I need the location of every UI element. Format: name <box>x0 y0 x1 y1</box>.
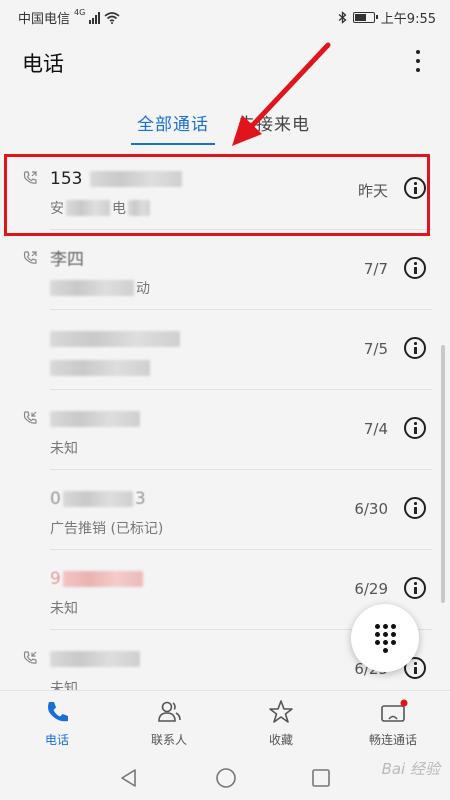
status-bar: 中国电信 4G 上午9:55 <box>0 0 450 32</box>
contacts-icon <box>158 701 181 722</box>
call-date: 7/5 <box>363 340 388 358</box>
nav-contacts[interactable]: 联系人 <box>124 699 214 753</box>
tab-all-calls[interactable]: 全部通话 <box>131 110 215 145</box>
redacted-text <box>50 651 140 667</box>
video-call-icon <box>381 699 408 722</box>
outgoing-call-icon <box>23 251 37 264</box>
nav-video-call[interactable]: 畅连通话 <box>348 699 438 753</box>
tab-all-calls-label: 全部通话 <box>137 115 209 135</box>
dialpad-button[interactable] <box>351 604 419 672</box>
nav-phone-label: 电话 <box>44 733 69 747</box>
nav-phone[interactable]: 电话 <box>12 699 102 753</box>
clock: 上午9:55 <box>380 12 436 27</box>
call-detail-text: 未知 <box>50 681 78 690</box>
call-info-icon[interactable] <box>404 577 426 599</box>
call-log-row[interactable]: 未知 7/4 <box>0 390 440 470</box>
contact-name <box>50 648 140 670</box>
home-icon[interactable] <box>215 767 237 789</box>
call-detail-text: 广告推销 (已标记) <box>50 521 164 537</box>
contact-name-text: 李四 <box>50 249 84 270</box>
call-detail: 未知 <box>50 678 78 690</box>
incoming-call-icon <box>23 411 37 424</box>
bluetooth-icon <box>338 11 347 24</box>
nav-favorites[interactable]: 收藏 <box>236 699 326 753</box>
call-log-row[interactable]: 0 3 广告推销 (已标记) 6/30 <box>0 470 440 550</box>
contact-number: 0 <box>50 489 61 509</box>
redacted-text <box>50 331 180 347</box>
call-log-row[interactable]: 李四 动 7/7 <box>0 230 440 310</box>
redacted-text <box>62 491 133 507</box>
nav-favorites-label: 收藏 <box>268 733 293 747</box>
recent-apps-icon[interactable] <box>311 768 331 788</box>
call-log-row[interactable]: 7/5 <box>0 310 440 390</box>
call-info-icon[interactable] <box>404 497 426 519</box>
more-options-icon[interactable] <box>408 48 428 74</box>
network-type: 4G <box>74 8 86 17</box>
tab-missed-calls-label: 未接来电 <box>238 115 310 135</box>
watermark: Bai 经验 <box>381 760 440 778</box>
contact-name <box>50 328 180 350</box>
annotation-highlight-box <box>4 154 430 236</box>
call-detail-suffix: 动 <box>136 281 150 297</box>
nav-video-call-label: 畅连通话 <box>368 733 417 747</box>
active-tab-indicator <box>131 143 215 145</box>
redacted-text <box>50 280 134 296</box>
call-detail: 广告推销 (已标记) <box>50 518 163 538</box>
call-info-icon[interactable] <box>404 417 426 439</box>
call-detail-text: 未知 <box>50 601 78 617</box>
call-date: 6/29 <box>354 580 388 598</box>
incoming-call-icon <box>23 651 37 664</box>
carrier-label: 中国电信 <box>18 12 71 27</box>
page-title: 电话 <box>22 52 64 76</box>
scrollbar[interactable] <box>441 345 445 603</box>
redacted-text <box>50 411 140 427</box>
bottom-navigation: 电话 联系人 收藏 畅连通话 <box>0 690 450 757</box>
contact-name: 0 3 <box>50 488 146 510</box>
phone-icon <box>48 702 68 722</box>
call-info-icon[interactable] <box>404 257 426 279</box>
nav-contacts-label: 联系人 <box>150 733 187 747</box>
call-info-icon[interactable] <box>404 337 426 359</box>
tab-missed-calls[interactable]: 未接来电 <box>238 110 310 135</box>
battery-icon <box>352 12 378 23</box>
contact-number-suffix: 3 <box>134 489 146 509</box>
call-detail <box>50 358 150 378</box>
call-date: 6/30 <box>354 500 388 518</box>
dialpad-icon <box>375 624 397 653</box>
call-date: 7/7 <box>363 260 388 278</box>
call-detail: 未知 <box>50 598 78 618</box>
back-icon[interactable] <box>119 768 139 788</box>
redacted-text <box>50 360 150 376</box>
contact-name: 李四 <box>50 246 84 270</box>
tab-bar: 全部通话 未接来电 <box>0 110 450 150</box>
call-detail-text: 未知 <box>50 441 78 457</box>
call-detail: 动 <box>50 278 150 298</box>
call-date: 7/4 <box>363 420 388 438</box>
call-detail: 未知 <box>50 438 78 458</box>
signal-icon <box>89 11 101 24</box>
contact-name: 9 <box>50 568 143 590</box>
star-icon <box>269 700 293 723</box>
wifi-icon <box>104 11 120 24</box>
contact-number: 9 <box>50 569 61 589</box>
redacted-text <box>62 571 143 587</box>
contact-name <box>50 408 140 430</box>
